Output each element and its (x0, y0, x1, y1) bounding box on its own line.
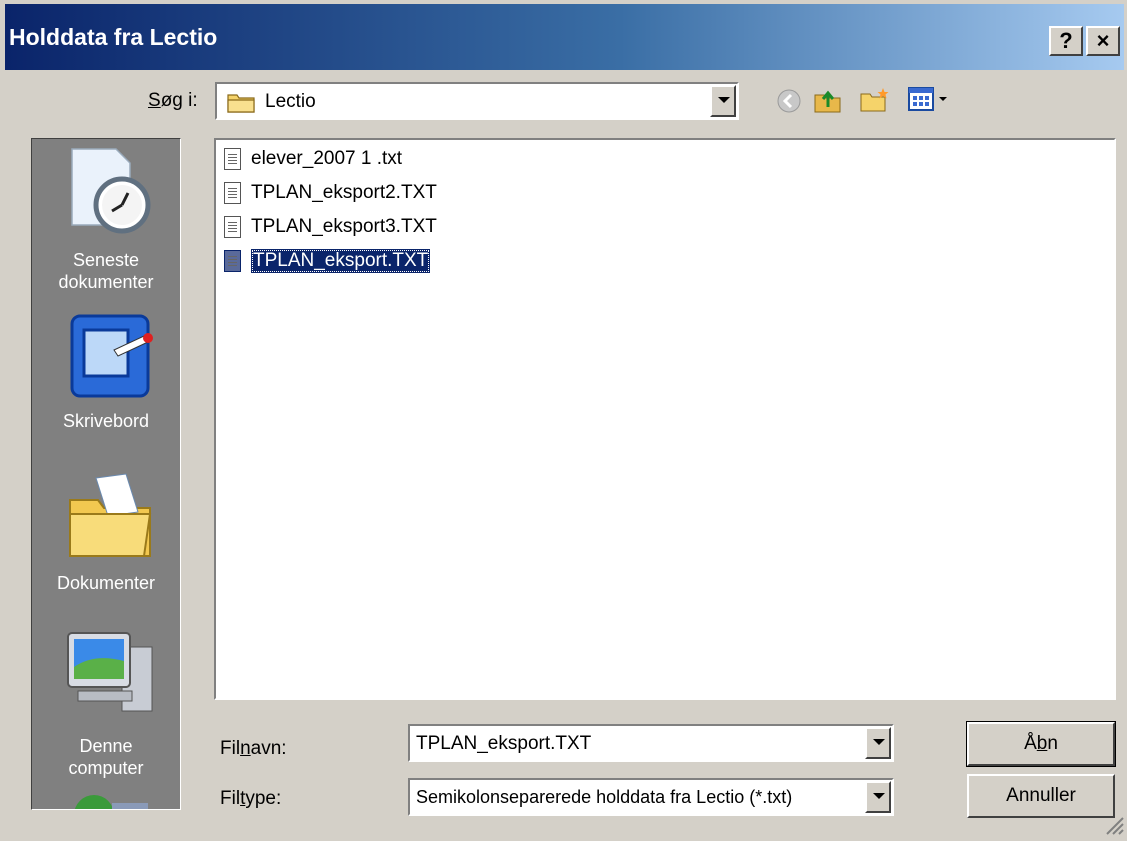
resize-grip-icon[interactable] (1101, 812, 1125, 841)
file-item[interactable]: elever_2007 1 .txt (224, 144, 402, 174)
desktop-icon (66, 310, 156, 407)
place-documents[interactable]: Dokumenter (32, 464, 180, 604)
back-icon[interactable] (776, 88, 802, 119)
new-folder-icon[interactable] (859, 86, 891, 119)
cancel-button[interactable]: Annuller (967, 774, 1115, 818)
look-in-value: Lectio (265, 91, 316, 112)
filename-input[interactable]: TPLAN_eksport.TXT (416, 733, 591, 755)
filetype-label: Filtype: (220, 788, 282, 809)
text-file-icon (224, 216, 241, 238)
place-recent[interactable]: Seneste dokumenter (32, 139, 180, 299)
filename-combo[interactable]: TPLAN_eksport.TXT (408, 724, 894, 762)
place-computer-label: Denne computer (68, 736, 144, 778)
look-in-dropdown[interactable]: Lectio (215, 82, 739, 120)
view-menu-icon[interactable] (908, 86, 954, 117)
filename-dropdown-button[interactable] (865, 727, 891, 759)
places-bar: Seneste dokumenter Skrivebord Dokumenter … (31, 138, 181, 810)
folder-icon (227, 91, 255, 118)
file-item[interactable]: TPLAN_eksport3.TXT (224, 212, 437, 242)
documents-folder-icon (66, 470, 156, 567)
text-file-icon (224, 250, 241, 272)
file-name: elever_2007 1 .txt (251, 148, 403, 169)
file-item[interactable]: TPLAN_eksport2.TXT (224, 178, 437, 208)
file-item-selected[interactable]: TPLAN_eksport.TXT (224, 246, 431, 276)
text-file-icon (224, 148, 241, 170)
recent-documents-icon (64, 147, 154, 244)
open-file-dialog: Holddata fra Lectio ? × Søg i: Lectio Se… (0, 0, 1127, 838)
network-icon (72, 789, 152, 809)
up-folder-icon[interactable] (813, 85, 843, 120)
place-recent-label: Seneste dokumenter (58, 250, 154, 292)
filetype-dropdown[interactable]: Semikolonseparerede holddata fra Lectio … (408, 778, 894, 816)
filetype-dropdown-button[interactable] (865, 781, 891, 813)
file-name: TPLAN_eksport2.TXT (251, 182, 437, 203)
file-name: TPLAN_eksport3.TXT (251, 216, 437, 237)
open-button[interactable]: Åbn (966, 721, 1116, 767)
place-computer[interactable]: Denne computer (32, 619, 180, 779)
file-list[interactable]: elever_2007 1 .txt TPLAN_eksport2.TXT TP… (214, 138, 1116, 700)
look-in-label: Søg i: (148, 90, 198, 111)
my-computer-icon (64, 627, 160, 728)
filetype-value: Semikolonseparerede holddata fra Lectio … (416, 787, 793, 807)
place-desktop[interactable]: Skrivebord (32, 304, 180, 444)
help-button[interactable]: ? (1049, 26, 1083, 56)
close-button[interactable]: × (1086, 26, 1120, 56)
window-title: Holddata fra Lectio (9, 24, 218, 50)
look-in-dropdown-button[interactable] (710, 85, 736, 117)
place-documents-label: Dokumenter (56, 573, 156, 593)
title-bar[interactable]: Holddata fra Lectio ? × (5, 4, 1124, 70)
place-desktop-label: Skrivebord (62, 411, 150, 431)
text-file-icon (224, 182, 241, 204)
filename-label: Filnavn: (220, 738, 287, 759)
file-name: TPLAN_eksport.TXT (251, 249, 431, 273)
